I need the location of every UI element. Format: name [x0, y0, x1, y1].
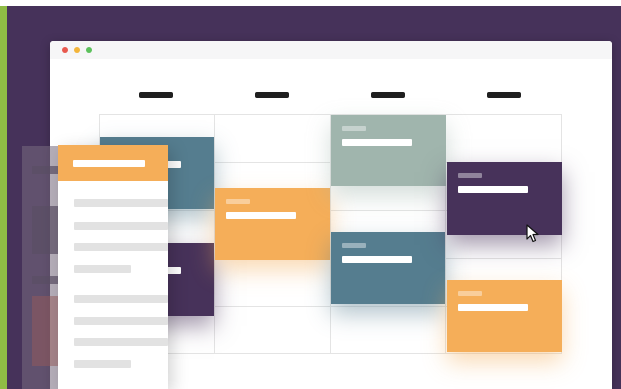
dropdown-title	[73, 160, 145, 167]
column-header-1	[139, 92, 173, 98]
menu-item[interactable]	[74, 295, 168, 303]
event-card[interactable]	[331, 232, 445, 304]
event-meta	[342, 243, 366, 248]
event-card[interactable]	[331, 115, 446, 186]
menu-item[interactable]	[74, 360, 131, 368]
event-meta	[458, 173, 482, 178]
maximize-window-button[interactable]	[86, 47, 92, 53]
event-meta	[226, 199, 250, 204]
column-header-4	[487, 92, 521, 98]
sidebar-placeholder	[32, 276, 60, 284]
top-strip	[0, 0, 621, 6]
mouse-pointer-icon	[526, 224, 539, 243]
event-meta	[458, 291, 482, 296]
grid-line	[99, 353, 562, 354]
event-title	[458, 186, 528, 193]
menu-item[interactable]	[74, 317, 168, 325]
event-title	[342, 256, 412, 263]
column-header-3	[371, 92, 405, 98]
menu-item[interactable]	[74, 222, 168, 230]
dropdown-header[interactable]	[58, 145, 168, 181]
window-titlebar	[50, 41, 612, 59]
accent-bar	[0, 6, 7, 389]
event-title	[458, 304, 528, 311]
minimize-window-button[interactable]	[74, 47, 80, 53]
event-card-hovered[interactable]	[447, 162, 562, 235]
dropdown-menu	[58, 145, 168, 389]
menu-item[interactable]	[74, 265, 131, 273]
sidebar-placeholder	[32, 166, 60, 174]
menu-item[interactable]	[74, 199, 168, 207]
menu-item[interactable]	[74, 243, 168, 251]
event-meta	[342, 126, 366, 131]
close-window-button[interactable]	[62, 47, 68, 53]
event-card[interactable]	[447, 280, 562, 352]
column-header-2	[255, 92, 289, 98]
sidebar-placeholder	[32, 206, 60, 254]
event-card[interactable]	[215, 188, 330, 260]
background-sidebar	[22, 146, 60, 389]
menu-item[interactable]	[74, 338, 168, 346]
sidebar-placeholder	[32, 296, 60, 366]
event-title	[226, 212, 296, 219]
event-title	[342, 139, 412, 146]
